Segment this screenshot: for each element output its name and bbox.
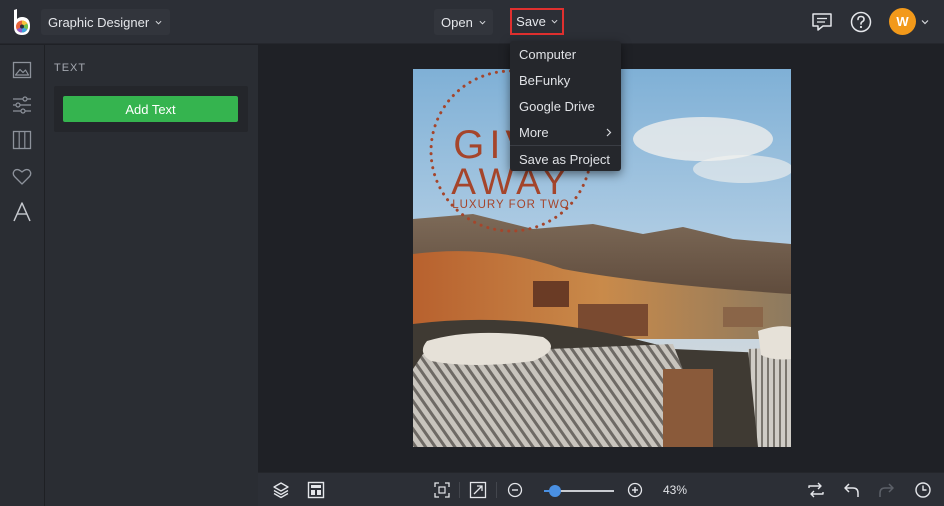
zoom-percentage: 43% bbox=[663, 483, 688, 497]
bottom-toolbar: 43% bbox=[258, 472, 944, 506]
chevron-down-icon[interactable] bbox=[921, 18, 929, 26]
deck bbox=[663, 369, 713, 447]
add-text-button[interactable]: Add Text bbox=[63, 96, 238, 122]
save-menu-item-befunky[interactable]: BeFunky bbox=[510, 67, 621, 93]
sliders-icon[interactable] bbox=[11, 94, 33, 116]
building bbox=[533, 281, 569, 307]
panel-title: TEXT bbox=[54, 62, 87, 74]
chevron-down-icon bbox=[551, 19, 558, 24]
chevron-right-icon bbox=[606, 128, 612, 136]
menu-item-label: Google Drive bbox=[519, 98, 595, 114]
menu-item-label: Computer bbox=[519, 46, 577, 62]
layout-columns-icon[interactable] bbox=[11, 129, 33, 151]
chevron-down-icon bbox=[155, 20, 162, 25]
add-text-container: Add Text bbox=[54, 86, 248, 132]
rolled-towel bbox=[422, 332, 551, 365]
heart-icon[interactable] bbox=[11, 165, 33, 187]
save-menu-item-google-drive[interactable]: Google Drive bbox=[510, 93, 621, 119]
tool-rail bbox=[0, 45, 45, 506]
save-menu-item-save-as-project[interactable]: Save as Project bbox=[510, 146, 621, 172]
app-mode-dropdown[interactable]: Graphic Designer bbox=[41, 9, 171, 35]
history-icon[interactable] bbox=[914, 481, 932, 499]
text-icon[interactable] bbox=[11, 201, 33, 223]
layers-icon[interactable] bbox=[272, 481, 290, 499]
zoom-slider[interactable] bbox=[544, 485, 614, 497]
text-panel: TEXT Add Text bbox=[45, 45, 258, 506]
divider bbox=[459, 482, 460, 498]
open-button[interactable]: Open bbox=[434, 9, 493, 35]
headline-subline: LUXURY FOR TWO bbox=[452, 199, 570, 211]
feedback-chat-icon[interactable] bbox=[811, 11, 833, 33]
menu-item-label: Save as Project bbox=[519, 151, 611, 167]
save-menu: Computer BeFunky Google Drive More Save … bbox=[510, 41, 621, 171]
building bbox=[723, 307, 763, 327]
redo-icon[interactable] bbox=[877, 481, 895, 499]
zoom-in-icon[interactable] bbox=[626, 481, 644, 499]
divider bbox=[496, 482, 497, 498]
help-icon[interactable] bbox=[850, 11, 872, 33]
actual-size-icon[interactable] bbox=[469, 481, 487, 499]
app-mode-label: Graphic Designer bbox=[48, 14, 150, 30]
chevron-down-icon bbox=[479, 20, 486, 25]
open-label: Open bbox=[441, 14, 473, 30]
save-menu-item-computer[interactable]: Computer bbox=[510, 41, 621, 67]
zoom-out-icon[interactable] bbox=[506, 481, 524, 499]
save-label: Save bbox=[516, 14, 546, 29]
flip-swap-icon[interactable] bbox=[807, 481, 825, 499]
menu-item-label: BeFunky bbox=[519, 72, 571, 88]
rolled-towel bbox=[758, 326, 791, 360]
befunky-logo[interactable] bbox=[10, 8, 34, 36]
zoom-slider-handle[interactable] bbox=[549, 485, 561, 497]
image-icon[interactable] bbox=[11, 59, 33, 81]
template-layout-icon[interactable] bbox=[307, 481, 325, 499]
user-initial: W bbox=[896, 14, 909, 29]
user-avatar[interactable]: W bbox=[889, 8, 916, 35]
undo-icon[interactable] bbox=[843, 481, 861, 499]
cloud bbox=[633, 117, 773, 161]
save-button[interactable]: Save bbox=[510, 8, 564, 35]
top-bar: Graphic Designer Open Save W bbox=[0, 0, 944, 44]
cloud bbox=[693, 155, 791, 183]
menu-item-label: More bbox=[519, 124, 549, 140]
save-menu-item-more[interactable]: More bbox=[510, 119, 621, 145]
fit-to-screen-icon[interactable] bbox=[433, 481, 451, 499]
